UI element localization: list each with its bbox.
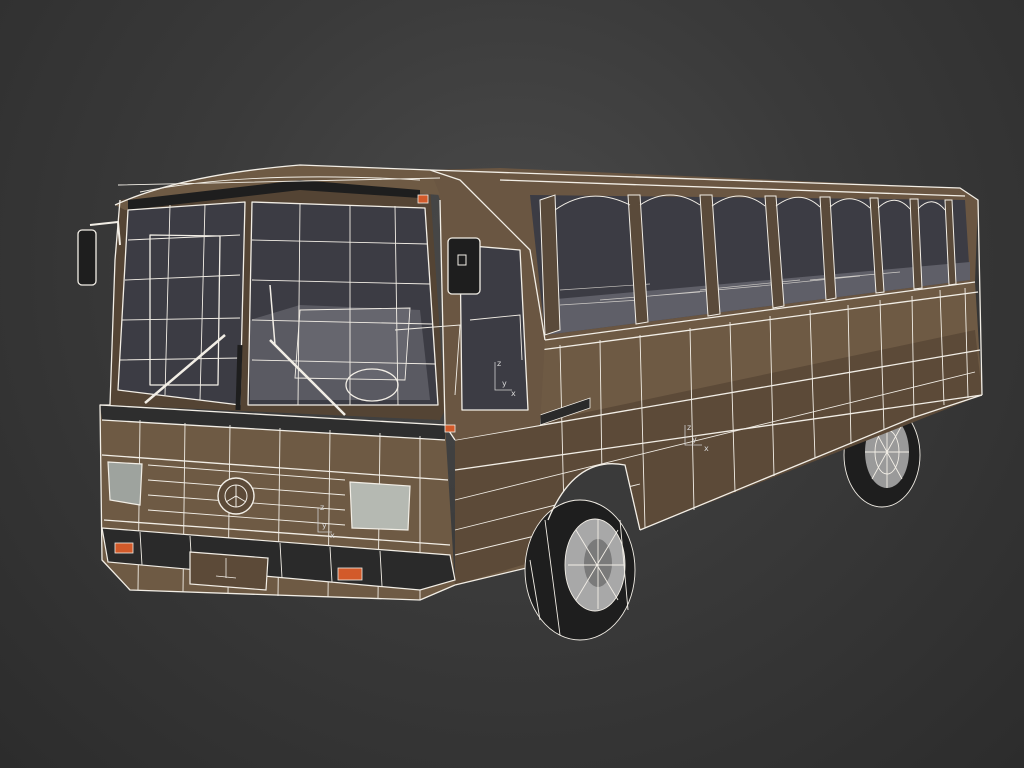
gizmo-z-label: z — [320, 503, 324, 512]
left-mirror — [77, 220, 121, 286]
3d-viewport[interactable]: z y x z y x z y x — [0, 0, 1024, 768]
gizmo-x-label: x — [704, 444, 709, 453]
gizmo-y-label: y — [322, 521, 327, 530]
gizmo-x-label: x — [330, 531, 335, 540]
front-emblem — [217, 477, 255, 515]
gizmo-y-label: y — [502, 379, 507, 388]
gizmo-z-label: z — [687, 423, 691, 432]
gizmo-y-label: y — [692, 435, 697, 444]
gizmo-x-label: x — [511, 389, 516, 398]
right-mirror — [447, 237, 481, 295]
bus-model-render: z y x z y x z y x — [77, 164, 983, 641]
license-plate — [189, 551, 269, 591]
gizmo-z-label: z — [497, 359, 501, 368]
